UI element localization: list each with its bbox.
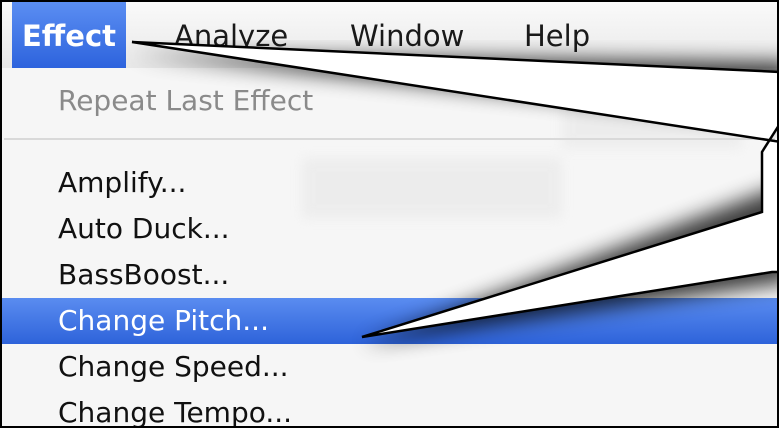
menu-separator — [4, 138, 775, 140]
menu-bar: Effect Analyze Window Help — [2, 2, 777, 69]
menu-help[interactable]: Help — [514, 2, 600, 68]
menu-effect[interactable]: Effect — [12, 2, 127, 68]
screenshot-frame: Effect Analyze Window Help Repeat Last E… — [0, 0, 779, 428]
menu-item-bassboost[interactable]: BassBoost... — [2, 252, 777, 298]
menu-item-change-speed[interactable]: Change Speed... — [2, 344, 777, 390]
menu-item-repeat-last-effect: Repeat Last Effect — [58, 84, 314, 117]
menu-item-auto-duck[interactable]: Auto Duck... — [2, 206, 777, 252]
menu-item-change-pitch[interactable]: Change Pitch... — [2, 298, 777, 344]
menu-item-amplify[interactable]: Amplify... — [2, 160, 777, 206]
menu-window[interactable]: Window — [340, 2, 474, 68]
menu-item-change-tempo[interactable]: Change Tempo... — [2, 390, 777, 426]
effect-dropdown: Repeat Last Effect Amplify... Auto Duck.… — [2, 68, 777, 426]
menu-analyze[interactable]: Analyze — [164, 2, 298, 68]
